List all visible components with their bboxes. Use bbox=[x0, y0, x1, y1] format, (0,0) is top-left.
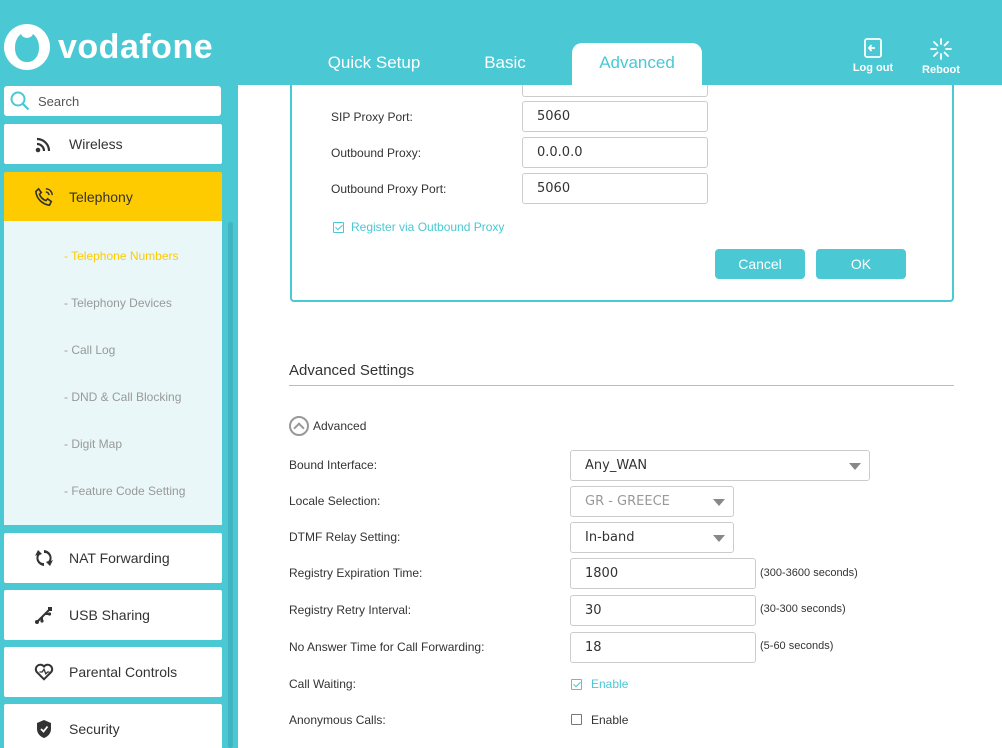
sidebar-item-label: Parental Controls bbox=[69, 664, 178, 680]
sidebar-item-label: NAT Forwarding bbox=[69, 550, 170, 566]
outbound-proxy-label: Outbound Proxy: bbox=[331, 146, 422, 160]
registry-expiration-hint: (300-3600 seconds) bbox=[760, 567, 858, 579]
dtmf-relay-select[interactable]: In-band bbox=[570, 522, 734, 553]
top-header: vodafone Quick Setup Basic Advanced Log … bbox=[0, 0, 1002, 85]
call-waiting-label: Call Waiting: bbox=[289, 677, 356, 691]
logout-button[interactable]: Log out bbox=[848, 38, 898, 74]
sidebar-item-label: Wireless bbox=[69, 136, 123, 152]
tab-basic[interactable]: Basic bbox=[440, 43, 570, 85]
sip-proxy-port-label: SIP Proxy Port: bbox=[331, 110, 413, 124]
logout-icon bbox=[864, 38, 882, 58]
call-waiting-enable-label[interactable]: Enable bbox=[591, 677, 628, 691]
bound-interface-label: Bound Interface: bbox=[289, 458, 378, 472]
bound-interface-select[interactable]: Any_WAN bbox=[570, 450, 870, 481]
dtmf-relay-value: In-band bbox=[585, 530, 635, 545]
telephony-icon bbox=[34, 187, 54, 207]
sidebar-item-label: USB Sharing bbox=[69, 607, 150, 623]
sidebar-item-wireless[interactable]: Wireless bbox=[4, 124, 222, 164]
chevron-down-icon bbox=[849, 463, 861, 470]
call-waiting-checkbox[interactable] bbox=[571, 679, 582, 690]
ok-button[interactable]: OK bbox=[816, 249, 906, 279]
partial-field[interactable] bbox=[522, 85, 708, 97]
vodafone-logo-icon bbox=[4, 24, 50, 70]
sub-item-telephone-numbers[interactable]: - Telephone Numbers bbox=[64, 249, 179, 263]
registry-retry-hint: (30-300 seconds) bbox=[760, 603, 846, 615]
registry-retry-label: Registry Retry Interval: bbox=[289, 603, 412, 617]
sub-item-dnd-call-blocking[interactable]: - DND & Call Blocking bbox=[64, 390, 181, 404]
chevron-down-icon bbox=[713, 535, 725, 542]
reboot-label: Reboot bbox=[922, 64, 960, 76]
no-answer-time-input[interactable]: 18 bbox=[570, 632, 756, 663]
locale-selection-label: Locale Selection: bbox=[289, 494, 381, 508]
tab-advanced[interactable]: Advanced bbox=[572, 43, 702, 85]
dtmf-relay-label: DTMF Relay Setting: bbox=[289, 530, 401, 544]
sidebar-item-telephony[interactable]: Telephony bbox=[4, 172, 222, 222]
anonymous-calls-checkbox[interactable] bbox=[571, 714, 582, 725]
wireless-icon bbox=[34, 134, 54, 154]
sip-proxy-port-input[interactable]: 5060 bbox=[522, 101, 708, 132]
usb-icon bbox=[34, 605, 54, 625]
reboot-button[interactable]: Reboot bbox=[916, 38, 966, 76]
anonymous-calls-label: Anonymous Calls: bbox=[289, 713, 386, 727]
logout-label: Log out bbox=[852, 62, 894, 74]
search-icon bbox=[10, 91, 30, 111]
register-via-outbound-checkbox[interactable] bbox=[333, 222, 344, 233]
outbound-proxy-port-label: Outbound Proxy Port: bbox=[331, 182, 447, 196]
advanced-toggle-label[interactable]: Advanced bbox=[313, 419, 366, 433]
shield-icon bbox=[34, 719, 54, 739]
outbound-proxy-input[interactable]: 0.0.0.0 bbox=[522, 137, 708, 168]
outbound-proxy-port-input[interactable]: 5060 bbox=[522, 173, 708, 204]
tab-quick-setup[interactable]: Quick Setup bbox=[309, 43, 439, 85]
registry-expiration-input[interactable]: 1800 bbox=[570, 558, 756, 589]
sub-item-digit-map[interactable]: - Digit Map bbox=[64, 437, 122, 451]
registry-retry-input[interactable]: 30 bbox=[570, 595, 756, 626]
advanced-settings-title: Advanced Settings bbox=[289, 362, 415, 379]
section-divider bbox=[289, 385, 954, 386]
reboot-icon bbox=[930, 38, 952, 60]
registry-expiration-label: Registry Expiration Time: bbox=[289, 566, 423, 580]
sidebar-item-nat-forwarding[interactable]: NAT Forwarding bbox=[4, 533, 222, 583]
sidebar-item-security[interactable]: Security bbox=[4, 704, 222, 748]
sub-item-feature-code-setting[interactable]: - Feature Code Setting bbox=[64, 484, 185, 498]
locale-selection-value: GR - GREECE bbox=[585, 494, 670, 509]
telephony-submenu bbox=[4, 221, 222, 525]
cancel-button[interactable]: Cancel bbox=[715, 249, 805, 279]
sub-item-telephony-devices[interactable]: - Telephony Devices bbox=[64, 296, 172, 310]
search-box[interactable] bbox=[4, 86, 221, 116]
chevron-down-icon bbox=[713, 499, 725, 506]
anonymous-calls-enable-label[interactable]: Enable bbox=[591, 713, 628, 727]
vodafone-logo[interactable]: vodafone bbox=[4, 24, 213, 70]
sidebar-item-label: Security bbox=[69, 721, 120, 737]
no-answer-time-label: No Answer Time for Call Forwarding: bbox=[289, 640, 485, 654]
locale-selection-select: GR - GREECE bbox=[570, 486, 734, 517]
heart-icon bbox=[34, 662, 54, 682]
sidebar-item-label: Telephony bbox=[69, 189, 133, 205]
bound-interface-value: Any_WAN bbox=[585, 458, 648, 473]
sidebar-scrollbar[interactable] bbox=[228, 222, 233, 748]
nat-forwarding-icon bbox=[34, 548, 54, 568]
register-via-outbound-label[interactable]: Register via Outbound Proxy bbox=[351, 220, 504, 234]
collapse-up-icon[interactable] bbox=[289, 416, 309, 436]
sub-item-call-log[interactable]: - Call Log bbox=[64, 343, 115, 357]
search-input[interactable] bbox=[38, 93, 208, 109]
sidebar-item-parental-controls[interactable]: Parental Controls bbox=[4, 647, 222, 697]
sidebar-item-usb-sharing[interactable]: USB Sharing bbox=[4, 590, 222, 640]
no-answer-time-hint: (5-60 seconds) bbox=[760, 640, 834, 652]
brand-name: vodafone bbox=[58, 27, 214, 66]
